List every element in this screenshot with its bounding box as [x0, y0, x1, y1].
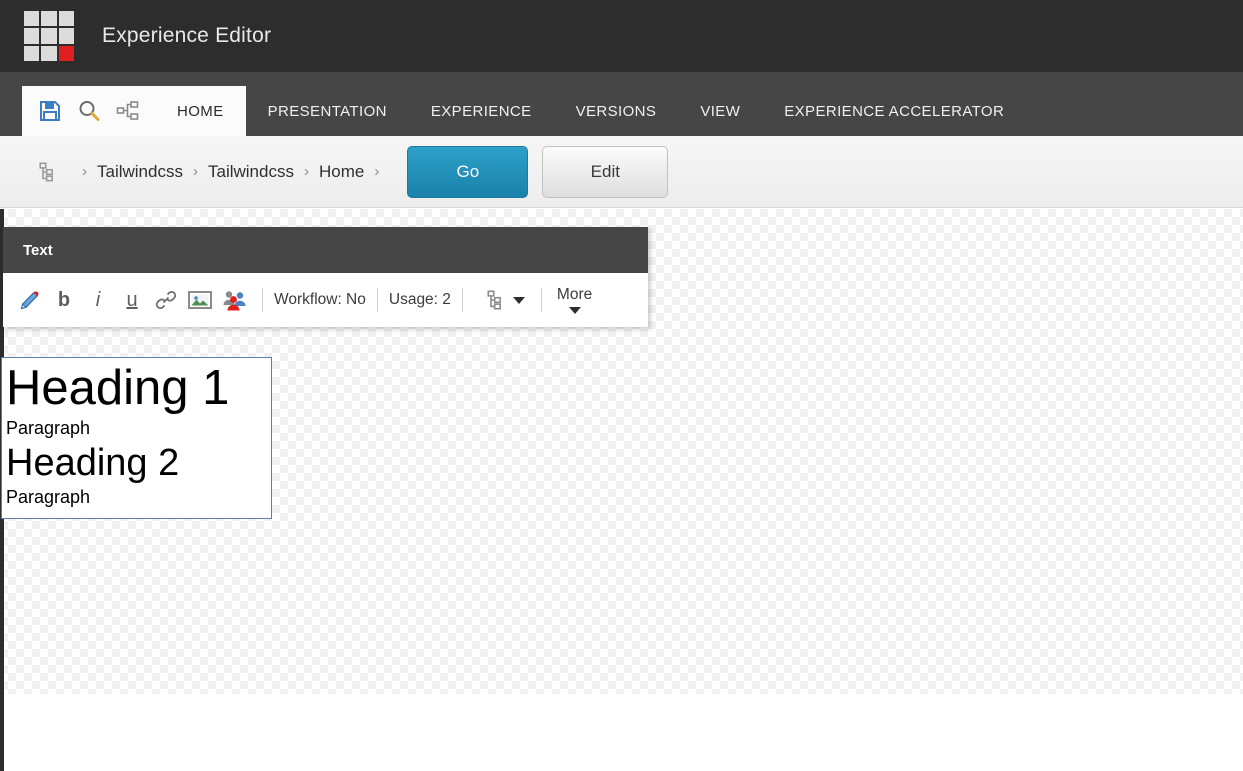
go-button[interactable]: Go — [407, 145, 529, 198]
toolbar-divider — [461, 288, 463, 312]
insert-image-icon[interactable] — [183, 280, 217, 320]
breadcrumb-item-2[interactable]: Tailwindcss — [208, 162, 294, 182]
more-menu-button[interactable]: More — [557, 286, 592, 314]
italic-label: i — [95, 288, 101, 311]
workflow-status[interactable]: Workflow: No — [274, 291, 366, 309]
insert-link-icon[interactable] — [149, 280, 183, 320]
chevron-down-icon — [512, 296, 525, 304]
breadcrumb-separator: › — [82, 163, 87, 180]
breadcrumb-separator: › — [192, 163, 198, 180]
breadcrumb-item-1[interactable]: Tailwindcss — [97, 162, 183, 182]
ribbon-tabs: HOME PRESENTATION EXPERIENCE VERSIONS VI… — [155, 72, 1026, 136]
related-items-tree-icon[interactable] — [474, 280, 508, 320]
content-heading-1: Heading 1 — [6, 361, 230, 415]
underline-icon[interactable]: u — [115, 280, 149, 320]
tab-presentation[interactable]: PRESENTATION — [246, 86, 409, 136]
bold-label: b — [57, 288, 71, 311]
breadcrumb-separator: › — [374, 163, 380, 180]
navigate-tree-icon[interactable] — [113, 96, 143, 126]
bold-icon[interactable]: b — [47, 280, 81, 320]
breadcrumb-bar: › Tailwindcss › Tailwindcss › Home › Go … — [0, 136, 1243, 208]
save-icon[interactable] — [35, 96, 65, 126]
ribbon-tab-strip: HOME PRESENTATION EXPERIENCE VERSIONS VI… — [0, 72, 1243, 136]
app-title: Experience Editor — [102, 24, 272, 47]
content-heading-2: Heading 2 — [6, 441, 180, 484]
toolbar-divider — [540, 288, 542, 312]
personalize-icon[interactable] — [217, 280, 251, 320]
editable-text-field[interactable]: Heading 1 Paragraph Heading 2 Paragraph — [1, 357, 272, 519]
field-editor-title: Text — [3, 227, 648, 273]
content-paragraph-1: Paragraph — [6, 418, 91, 439]
page-canvas-footer — [0, 694, 1243, 771]
edit-pencil-icon[interactable] — [13, 280, 47, 320]
tab-experience-accelerator[interactable]: EXPERIENCE ACCELERATOR — [762, 86, 1026, 136]
breadcrumb-item-3[interactable]: Home — [319, 162, 364, 182]
italic-icon[interactable]: i — [81, 280, 115, 320]
breadcrumb-separator: › — [303, 163, 309, 180]
brand-bar: Experience Editor — [0, 0, 1243, 72]
chevron-down-icon — [568, 307, 581, 314]
tab-versions[interactable]: VERSIONS — [554, 86, 679, 136]
quick-access-toolbar — [22, 86, 155, 136]
usage-count[interactable]: Usage: 2 — [389, 291, 451, 309]
sitecore-grid-logo-icon[interactable] — [24, 11, 74, 61]
field-editor-toolbar: Text b i u Workflow: No Usage: 2 More — [3, 227, 648, 327]
tab-view[interactable]: VIEW — [678, 86, 762, 136]
search-icon[interactable] — [74, 96, 104, 126]
underline-label: u — [126, 288, 138, 311]
toolbar-divider — [262, 288, 263, 312]
tab-home[interactable]: HOME — [155, 86, 246, 136]
content-paragraph-2: Paragraph — [6, 487, 91, 508]
more-label: More — [556, 286, 593, 303]
field-editor-tools: b i u Workflow: No Usage: 2 More — [3, 273, 648, 327]
experience-editor-window: Experience Editor HOME PRESENTATION EXPE… — [0, 0, 1243, 771]
content-tree-icon[interactable] — [30, 159, 56, 185]
edit-button[interactable]: Edit — [542, 145, 669, 198]
toolbar-divider — [376, 288, 378, 312]
related-items-dropdown-icon[interactable] — [508, 280, 530, 320]
tab-experience[interactable]: EXPERIENCE — [409, 86, 554, 136]
